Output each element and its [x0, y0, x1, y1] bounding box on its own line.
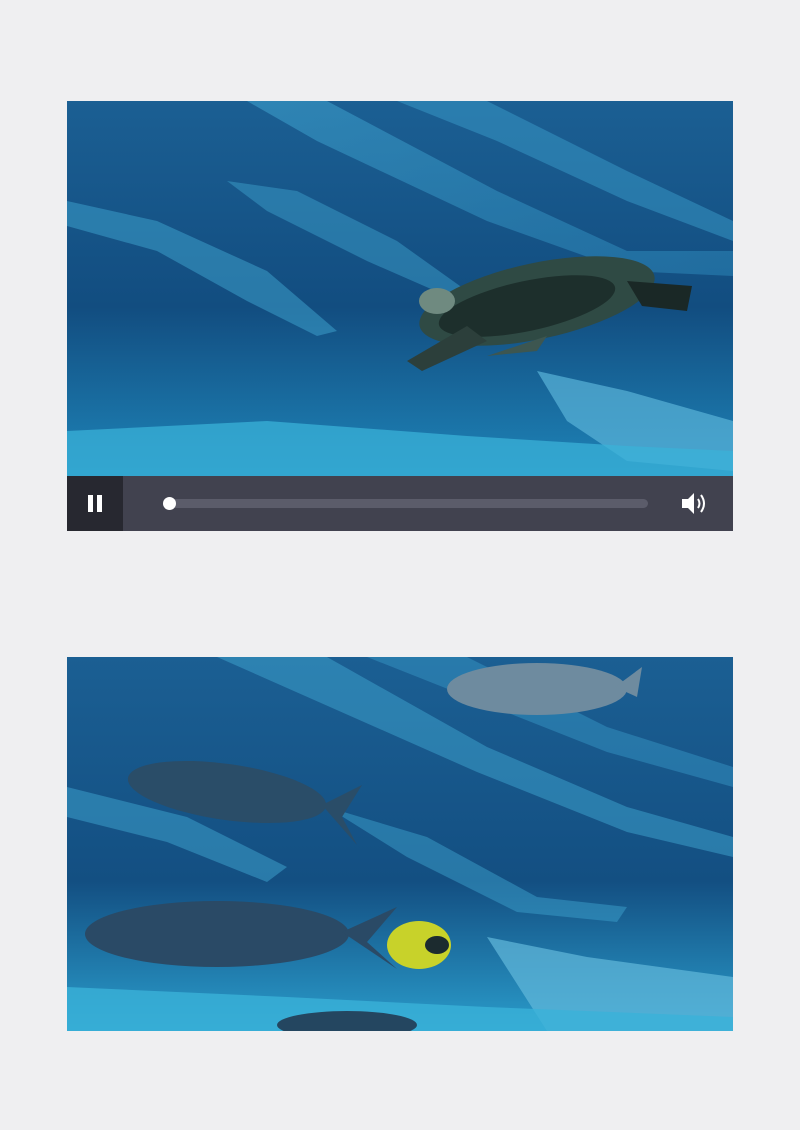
video-frame-fish[interactable]	[67, 657, 733, 1031]
video-controls	[67, 476, 733, 531]
progress-knob[interactable]	[163, 497, 176, 510]
pause-icon	[88, 495, 93, 512]
turtle-scene	[67, 101, 733, 476]
video-frame-turtle[interactable]	[67, 101, 733, 476]
progress-bar[interactable]	[163, 497, 648, 510]
fish-scene	[67, 657, 733, 1031]
volume-button[interactable]	[679, 490, 709, 517]
controls-reflection	[67, 531, 733, 571]
pause-button[interactable]	[67, 476, 123, 531]
volume-icon	[682, 493, 705, 514]
